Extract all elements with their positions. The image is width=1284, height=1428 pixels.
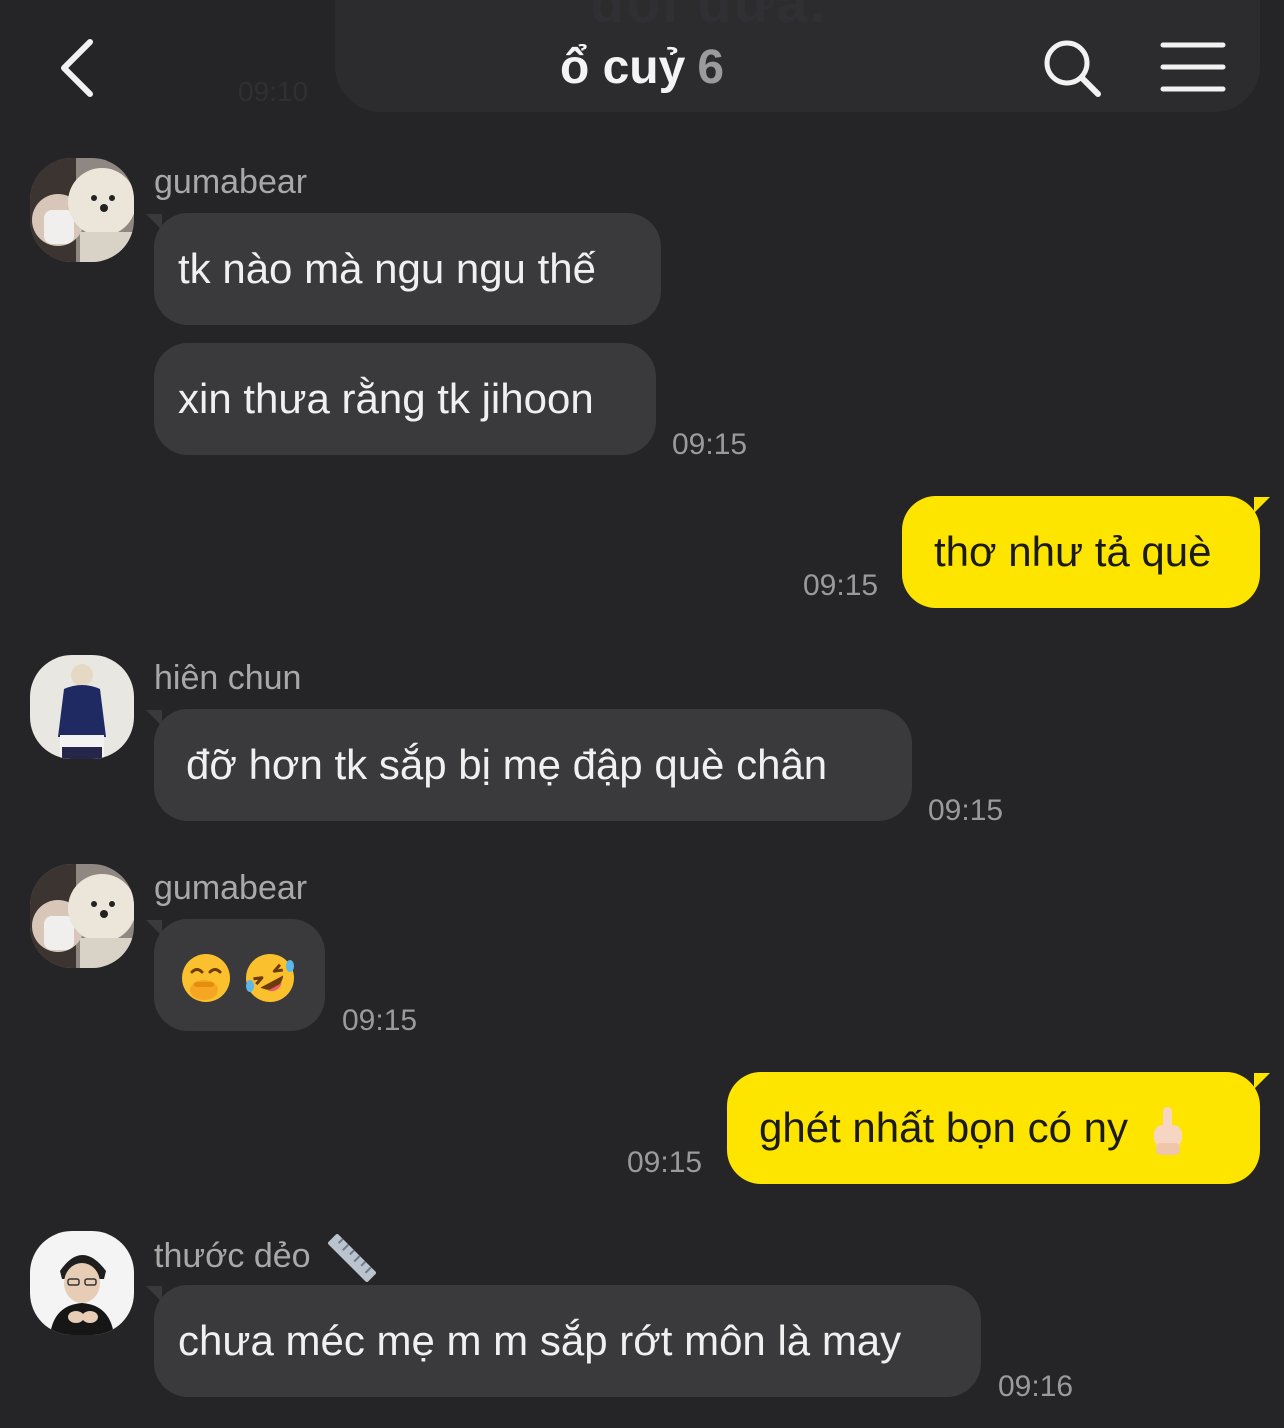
message-bubble-outgoing[interactable]: thơ như tả què [902,496,1260,608]
previous-message-text: đổi dữa. [590,0,827,34]
bubble-tail-outgoing [1254,1073,1270,1089]
sender-name: thước dẻo [154,1234,376,1282]
message-bubble-emoji[interactable] [154,919,325,1031]
avatar-photo [30,655,134,759]
search-icon [1044,40,1101,97]
sender-name-text: thước dẻo [154,1236,311,1275]
avatar-photo [30,158,134,262]
sender-name: gumabear [154,163,308,201]
chat-screen: đổi dữa. 09:10 ổ cuỷ 6 gumabear tk nào m… [0,0,1284,1428]
message-bubble-outgoing[interactable]: ghét nhất bọn có ny [727,1072,1260,1184]
message-time: 09:16 [998,1370,1074,1403]
message-bubble[interactable]: chưa méc mẹ m m sắp rớt môn là may [154,1285,981,1397]
face-with-hand-over-mouth-emoji [182,953,230,1002]
message-time: 09:15 [672,428,748,461]
message-bubble[interactable]: tk nào mà ngu ngu thế [154,213,661,325]
menu-button[interactable] [1160,40,1226,94]
avatar-photo [30,864,134,968]
sender-name: hiên chun [154,659,302,697]
member-count: 6 [697,41,725,94]
sender-name: gumabear [154,869,308,907]
message-bubble[interactable]: xin thưa rằng tk jihoon [154,343,656,455]
message-bubble[interactable]: đỡ hơn tk sắp bị mẹ đập què chân [154,709,912,821]
avatar-gumabear[interactable] [30,864,134,968]
rolling-on-floor-laughing-emoji [246,953,294,1002]
message-time: 09:15 [627,1146,703,1179]
bubble-tail-outgoing [1254,497,1270,513]
avatar-thuoc-deo[interactable] [30,1231,134,1335]
message-time: 09:15 [928,794,1004,827]
avatar-photo [30,1231,134,1335]
avatar-hien-chun[interactable] [30,655,134,759]
ruler-emoji [328,1234,376,1282]
middle-finger-emoji [1153,1106,1182,1155]
hamburger-menu-icon [1160,42,1226,92]
avatar-gumabear[interactable] [30,158,134,262]
search-button[interactable] [1040,36,1104,100]
chat-name: ổ cuỷ [559,41,686,94]
message-time: 09:15 [803,569,879,602]
message-text: ghét nhất bọn có ny [759,1104,1128,1151]
message-time: 09:15 [342,1004,418,1037]
